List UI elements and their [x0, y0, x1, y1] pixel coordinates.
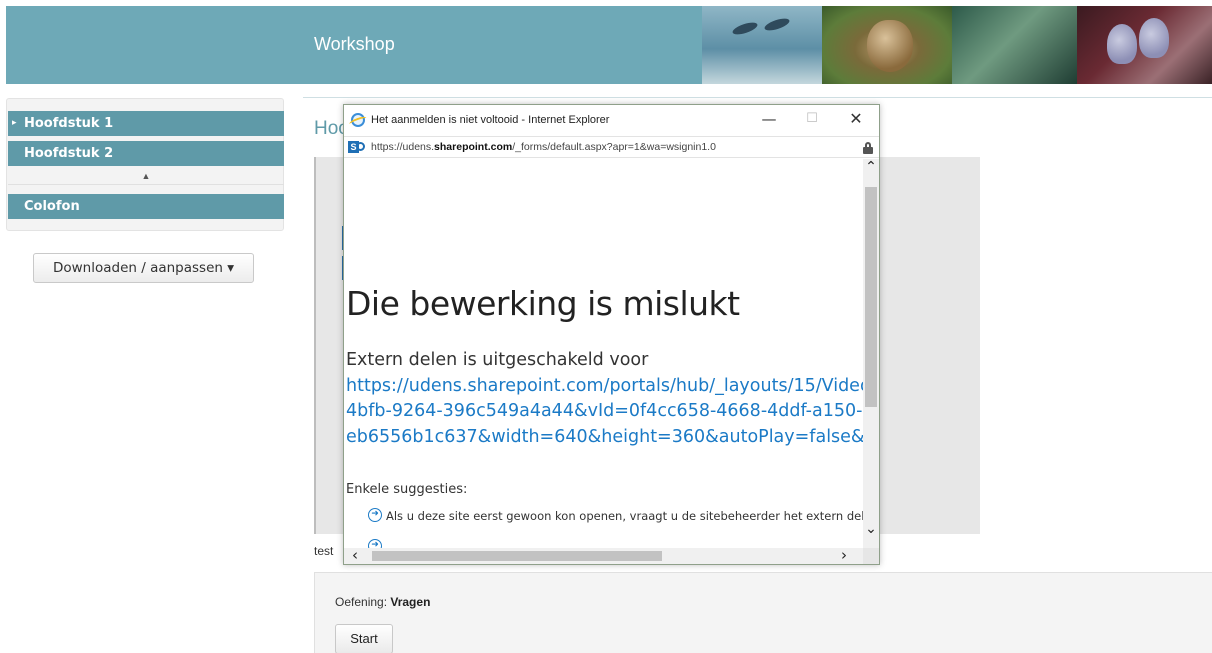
vertical-scroll-thumb[interactable]: [865, 187, 877, 407]
sidebar-nav: ▸ Hoofdstuk 1 Hoofdstuk 2 ▲ Colofon: [6, 98, 284, 231]
scroll-left-icon[interactable]: ‹: [352, 546, 358, 564]
download-adjust-button[interactable]: Downloaden / aanpassen ▾: [33, 253, 254, 283]
fish-image: [952, 6, 1077, 84]
error-link-line[interactable]: https://udens.sharepoint.com/portals/hub…: [346, 374, 863, 399]
page: Workshop ▸ Hoofdstuk 1 Hoofdstuk 2 ▲ Col…: [0, 0, 1212, 653]
site-header: Workshop: [6, 6, 1212, 84]
horizontal-scrollbar[interactable]: ‹ ›: [344, 546, 863, 564]
circle-arrow-icon: ➜: [368, 508, 382, 522]
collapse-up-icon[interactable]: ▲: [8, 167, 284, 185]
error-link-line[interactable]: eb6556b1c637&width=640&height=360&autoPl…: [346, 425, 863, 450]
window-title: Het aanmelden is niet voltooid - Interne…: [371, 114, 610, 126]
content-divider: [303, 97, 1212, 98]
sidebar-item-hoofdstuk-2[interactable]: Hoofdstuk 2: [8, 141, 284, 166]
header-banner-image: [702, 6, 1212, 84]
exercise-panel: Oefening: Vragen Start: [314, 572, 1212, 653]
internet-explorer-icon: [351, 113, 365, 127]
horizontal-scroll-thumb[interactable]: [372, 551, 662, 561]
sidebar-item-label: Colofon: [24, 199, 80, 214]
exercise-name: Vragen: [390, 595, 431, 609]
sidebar-item-colofon[interactable]: Colofon: [8, 194, 284, 219]
scrollbar-corner: [863, 548, 879, 564]
sidebar-item-label: Hoofdstuk 1: [24, 116, 114, 131]
error-link-line[interactable]: 4bfb-9264-396c549a4a44&vId=0f4cc658-4668…: [346, 399, 863, 424]
minimize-button[interactable]: —: [758, 109, 780, 129]
sidebar-item-hoofdstuk-1[interactable]: ▸ Hoofdstuk 1: [8, 111, 284, 136]
circle-arrow-icon: ➜: [368, 539, 382, 548]
suggestions-heading: Enkele suggesties:: [346, 482, 468, 497]
ie-popup-window: Het aanmelden is niet voltooid - Interne…: [343, 104, 880, 565]
sidebar-item-label: Hoofdstuk 2: [24, 146, 114, 161]
exercise-title: Oefening: Vragen: [335, 595, 430, 609]
address-url: https://udens.sharepoint.com/_forms/defa…: [371, 141, 716, 153]
butterflies-image: [1077, 6, 1212, 84]
lock-icon: [863, 142, 873, 154]
close-button[interactable]: ✕: [845, 109, 867, 129]
error-heading: Die bewerking is mislukt: [346, 284, 740, 323]
scroll-up-icon[interactable]: ⌃: [863, 159, 879, 181]
sharepoint-icon: S: [348, 140, 366, 155]
address-bar[interactable]: S https://udens.sharepoint.com/_forms/de…: [344, 136, 879, 158]
site-title: Workshop: [314, 34, 395, 54]
video-caption: test: [314, 544, 334, 558]
scroll-right-icon[interactable]: ›: [841, 546, 847, 564]
caret-right-icon: ▸: [12, 118, 17, 128]
window-titlebar[interactable]: Het aanmelden is niet voltooid - Interne…: [344, 105, 879, 135]
popup-content: Die bewerking is mislukt Extern delen is…: [344, 159, 863, 548]
scroll-down-icon[interactable]: ⌄: [863, 521, 879, 543]
maximize-button[interactable]: ☐: [801, 109, 823, 129]
start-button[interactable]: Start: [335, 624, 393, 653]
vertical-scrollbar[interactable]: ⌃ ⌄: [863, 159, 879, 548]
plant-bud-image: [822, 6, 952, 84]
error-message: Extern delen is uitgeschakeld voor: [346, 350, 649, 370]
exercise-prefix: Oefening:: [335, 595, 391, 609]
dolphins-image: [702, 6, 822, 84]
